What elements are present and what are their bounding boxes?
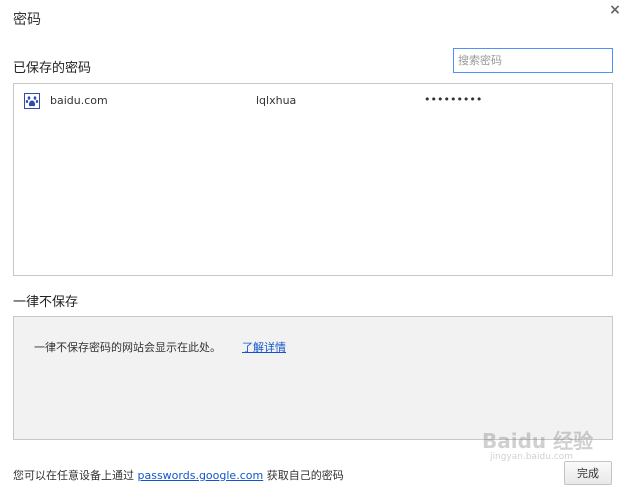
masked-password: •••••••••	[424, 93, 483, 106]
dialog-title: 密码	[13, 12, 41, 28]
done-button[interactable]: 完成	[564, 461, 612, 485]
passwords-google-link[interactable]: passwords.google.com	[138, 469, 264, 482]
never-saved-list: 一律不保存密码的网站会显示在此处。 了解详情	[13, 316, 613, 440]
footer-text-after: 获取自己的密码	[266, 469, 344, 482]
learn-more-link[interactable]: 了解详情	[242, 339, 286, 355]
password-row[interactable]: baidu.com lqlxhua •••••••••	[14, 90, 612, 112]
saved-passwords-list: baidu.com lqlxhua •••••••••	[13, 83, 613, 276]
watermark-url: jingyan.baidu.com	[490, 452, 574, 462]
close-icon[interactable]: ×	[607, 2, 623, 18]
username: lqlxhua	[256, 94, 297, 107]
saved-passwords-title: 已保存的密码	[13, 61, 92, 76]
baidu-paw-icon	[24, 93, 40, 109]
site-name: baidu.com	[50, 94, 108, 107]
never-saved-title: 一律不保存	[13, 295, 79, 310]
empty-state-text: 一律不保存密码的网站会显示在此处。	[34, 341, 221, 354]
watermark-logo: Baidu 经验	[482, 429, 594, 453]
footer-text-before: 您可以在任意设备上通过	[13, 469, 134, 482]
search-input[interactable]	[453, 48, 613, 73]
footer-text: 您可以在任意设备上通过 passwords.google.com 获取自己的密码	[13, 467, 344, 483]
